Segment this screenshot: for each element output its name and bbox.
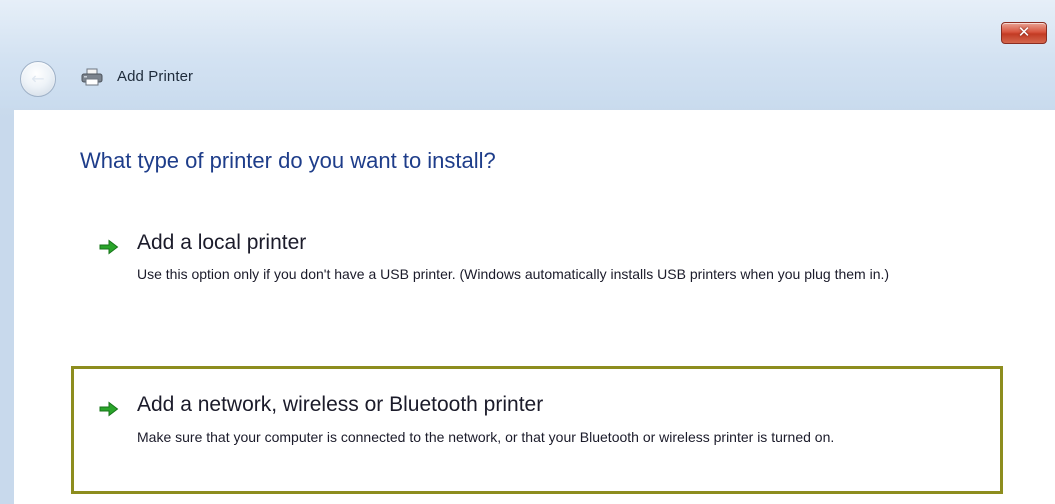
close-button[interactable]: ✕ [1001,22,1047,44]
wizard-content: What type of printer do you want to inst… [14,110,1055,504]
option-title: Add a network, wireless or Bluetooth pri… [137,393,544,416]
option-description: Make sure that your computer is connecte… [137,429,835,445]
option-add-network-printer[interactable]: Add a network, wireless or Bluetooth pri… [71,366,1003,494]
title-bar: ✕ ← Add Printer [0,0,1055,108]
option-description: Use this option only if you don't have a… [137,266,890,282]
printer-icon [81,68,103,86]
arrow-right-icon [99,401,119,417]
arrow-left-icon: ← [31,69,45,88]
window-title: Add Printer [117,68,194,85]
close-icon: ✕ [1017,23,1031,41]
back-button[interactable]: ← [20,61,56,97]
add-printer-window: ✕ ← Add Printer What type of printer do … [0,0,1055,504]
page-heading: What type of printer do you want to inst… [80,148,496,173]
option-add-local-printer[interactable]: Add a local printer Use this option only… [71,220,1003,330]
option-title: Add a local printer [137,231,307,254]
arrow-right-icon [99,239,119,255]
